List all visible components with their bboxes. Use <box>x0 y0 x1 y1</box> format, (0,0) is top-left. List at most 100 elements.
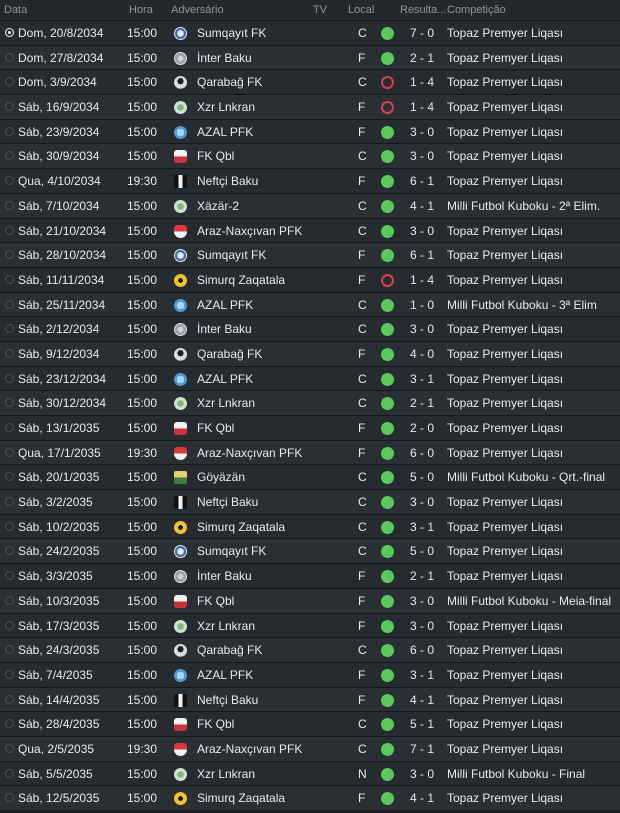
fixture-score[interactable]: 4 - 1 <box>410 194 434 218</box>
row-select-radio[interactable] <box>5 398 14 408</box>
opponent-link[interactable]: Xzr Lnkran <box>197 762 255 786</box>
table-row[interactable]: Sáb, 24/2/2035 15:00 Sumqayıt FK C 5 - 0… <box>0 539 620 565</box>
table-row[interactable]: Sáb, 11/11/2034 15:00 Simurq Zaqatala F … <box>0 267 620 293</box>
fixture-score[interactable]: 6 - 1 <box>410 243 434 267</box>
fixture-score[interactable]: 2 - 1 <box>410 46 434 70</box>
table-row[interactable]: Sáb, 9/12/2034 15:00 Qarabağ FK F 4 - 0 … <box>0 341 620 367</box>
fixture-score[interactable]: 3 - 1 <box>410 663 434 687</box>
competition-link[interactable]: Topaz Premyer Liqası <box>447 219 563 243</box>
competition-link[interactable]: Topaz Premyer Liqası <box>447 786 563 810</box>
row-select-radio[interactable] <box>5 743 14 753</box>
fixture-score[interactable]: 7 - 0 <box>410 21 434 45</box>
row-select-radio[interactable] <box>5 719 14 729</box>
row-select-radio[interactable] <box>5 694 14 704</box>
fixture-score[interactable]: 3 - 0 <box>410 589 434 613</box>
opponent-link[interactable]: FK Qbl <box>197 589 234 613</box>
opponent-link[interactable]: Simurq Zaqatala <box>197 515 285 539</box>
opponent-link[interactable]: Araz-Naxçıvan PFK <box>197 737 302 761</box>
fixture-score[interactable]: 5 - 0 <box>410 539 434 563</box>
table-row[interactable]: Sáb, 7/10/2034 15:00 Xäzär-2 C 4 - 1 Mil… <box>0 193 620 219</box>
competition-link[interactable]: Topaz Premyer Liqası <box>447 46 563 70</box>
table-row[interactable]: Sáb, 23/12/2034 15:00 AZAL PFK C 3 - 1 T… <box>0 366 620 392</box>
fixture-score[interactable]: 3 - 0 <box>410 614 434 638</box>
competition-link[interactable]: Topaz Premyer Liqası <box>447 441 563 465</box>
competition-link[interactable]: Topaz Premyer Liqası <box>447 539 563 563</box>
competition-link[interactable]: Milli Futbol Kuboku - 2ª Elim. <box>447 194 600 218</box>
table-row[interactable]: Qua, 17/1/2035 19:30 Araz-Naxçıvan PFK F… <box>0 440 620 466</box>
competition-link[interactable]: Milli Futbol Kuboku - 3ª Elim <box>447 293 597 317</box>
competition-link[interactable]: Milli Futbol Kuboku - Meia-final <box>447 589 611 613</box>
fixture-score[interactable]: 3 - 0 <box>410 120 434 144</box>
competition-link[interactable]: Topaz Premyer Liqası <box>447 70 563 94</box>
header-opponent[interactable]: Adversário <box>171 4 224 16</box>
header-competition[interactable]: Competição <box>447 4 506 16</box>
row-select-radio[interactable] <box>5 200 14 210</box>
row-select-radio[interactable] <box>5 373 14 383</box>
table-row[interactable]: Dom, 27/8/2034 15:00 İnter Baku F 2 - 1 … <box>0 45 620 71</box>
opponent-link[interactable]: Neftçi Baku <box>197 169 258 193</box>
row-select-radio[interactable] <box>5 472 14 482</box>
table-row[interactable]: Sáb, 17/3/2035 15:00 Xzr Lnkran F 3 - 0 … <box>0 613 620 639</box>
table-row[interactable]: Sáb, 10/2/2035 15:00 Simurq Zaqatala C 3… <box>0 514 620 540</box>
fixture-score[interactable]: 7 - 1 <box>410 737 434 761</box>
header-tv[interactable]: TV <box>313 4 327 16</box>
opponent-link[interactable]: Qarabağ FK <box>197 638 262 662</box>
row-select-radio[interactable] <box>5 126 14 136</box>
table-row[interactable]: Sáb, 7/4/2035 15:00 AZAL PFK F 3 - 1 Top… <box>0 662 620 688</box>
table-row[interactable]: Sáb, 30/9/2034 15:00 FK Qbl C 3 - 0 Topa… <box>0 144 620 170</box>
opponent-link[interactable]: Neftçi Baku <box>197 688 258 712</box>
row-select-radio[interactable] <box>5 595 14 605</box>
table-row[interactable]: Sáb, 20/1/2035 15:00 Göyäzän C 5 - 0 Mil… <box>0 465 620 491</box>
table-row[interactable]: Sáb, 13/1/2035 15:00 FK Qbl F 2 - 0 Topa… <box>0 416 620 441</box>
opponent-link[interactable]: Simurq Zaqatala <box>197 786 285 810</box>
fixture-score[interactable]: 1 - 0 <box>410 293 434 317</box>
header-date[interactable]: Data <box>4 4 27 16</box>
row-select-radio[interactable] <box>5 299 14 309</box>
opponent-link[interactable]: İnter Baku <box>197 564 252 588</box>
opponent-link[interactable]: AZAL PFK <box>197 293 253 317</box>
table-row[interactable]: Sáb, 28/10/2034 15:00 Sumqayıt FK F 6 - … <box>0 243 620 268</box>
table-row[interactable]: Sáb, 16/9/2034 15:00 Xzr Lnkran F 1 - 4 … <box>0 95 620 120</box>
opponent-link[interactable]: İnter Baku <box>197 317 252 341</box>
competition-link[interactable]: Topaz Premyer Liqası <box>447 712 563 736</box>
fixture-score[interactable]: 4 - 0 <box>410 342 434 366</box>
opponent-link[interactable]: Xzr Lnkran <box>197 391 255 415</box>
table-row[interactable]: Sáb, 3/3/2035 15:00 İnter Baku F 2 - 1 T… <box>0 564 620 589</box>
competition-link[interactable]: Topaz Premyer Liqası <box>447 342 563 366</box>
fixture-score[interactable]: 6 - 0 <box>410 638 434 662</box>
opponent-link[interactable]: Göyäzän <box>197 465 245 489</box>
fixture-score[interactable]: 3 - 0 <box>410 144 434 168</box>
opponent-link[interactable]: AZAL PFK <box>197 120 253 144</box>
opponent-link[interactable]: Simurq Zaqatala <box>197 268 285 292</box>
opponent-link[interactable]: Qarabağ FK <box>197 342 262 366</box>
opponent-link[interactable]: FK Qbl <box>197 416 234 440</box>
fixture-score[interactable]: 3 - 0 <box>410 219 434 243</box>
row-select-radio[interactable] <box>5 793 14 803</box>
row-select-radio[interactable] <box>5 176 14 186</box>
fixture-score[interactable]: 6 - 1 <box>410 169 434 193</box>
fixture-score[interactable]: 3 - 0 <box>410 490 434 514</box>
opponent-link[interactable]: Sumqayıt FK <box>197 21 266 45</box>
row-select-radio[interactable] <box>5 620 14 630</box>
opponent-link[interactable]: Neftçi Baku <box>197 490 258 514</box>
opponent-link[interactable]: Xzr Lnkran <box>197 95 255 119</box>
table-row[interactable]: Sáb, 23/9/2034 15:00 AZAL PFK F 3 - 0 To… <box>0 119 620 145</box>
competition-link[interactable]: Topaz Premyer Liqası <box>447 268 563 292</box>
fixture-score[interactable]: 4 - 1 <box>410 786 434 810</box>
row-select-radio[interactable] <box>5 28 14 37</box>
opponent-link[interactable]: Xäzär-2 <box>197 194 239 218</box>
opponent-link[interactable]: Araz-Naxçıvan PFK <box>197 441 302 465</box>
table-row[interactable]: Sáb, 3/2/2035 15:00 Neftçi Baku C 3 - 0 … <box>0 490 620 515</box>
competition-link[interactable]: Topaz Premyer Liqası <box>447 737 563 761</box>
header-time[interactable]: Hora <box>129 4 153 16</box>
fixture-score[interactable]: 3 - 1 <box>410 367 434 391</box>
table-row[interactable]: Sáb, 14/4/2035 15:00 Neftçi Baku F 4 - 1… <box>0 687 620 713</box>
header-result[interactable]: Resulta... <box>400 4 446 16</box>
competition-link[interactable]: Topaz Premyer Liqası <box>447 663 563 687</box>
competition-link[interactable]: Topaz Premyer Liqası <box>447 391 563 415</box>
competition-link[interactable]: Topaz Premyer Liqası <box>447 169 563 193</box>
competition-link[interactable]: Topaz Premyer Liqası <box>447 490 563 514</box>
table-row[interactable]: Qua, 2/5/2035 19:30 Araz-Naxçıvan PFK C … <box>0 736 620 762</box>
header-venue[interactable]: Local <box>348 4 374 16</box>
row-select-radio[interactable] <box>5 102 14 112</box>
